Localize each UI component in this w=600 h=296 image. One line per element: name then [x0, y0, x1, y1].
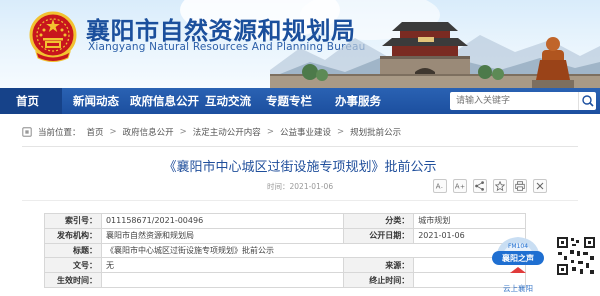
- title-divider: [22, 200, 578, 201]
- radio-slogan: 云上襄阳: [503, 283, 533, 293]
- table-row: 生效时间： 终止时间：: [44, 272, 526, 288]
- nav-home[interactable]: 首页: [0, 88, 62, 114]
- publish-date-value: 2021-01-06: [289, 182, 334, 191]
- radio-station-logo-icon: FM104 襄阳之声 云上襄阳: [492, 237, 544, 293]
- breadcrumb-link-public-welfare[interactable]: 公益事业建设: [280, 126, 331, 138]
- breadcrumb-separator: >: [179, 127, 187, 137]
- svg-text:+: +: [460, 184, 465, 191]
- main-nav: 首页 新闻动态 政府信息公开 互动交流 专题专栏 办事服务: [0, 88, 600, 114]
- publish-date: 时间：2021-01-06: [267, 181, 333, 192]
- nav-gov-info-disclosure[interactable]: 政府信息公开: [130, 88, 199, 114]
- disclosure-date-label: 公开日期：: [343, 227, 415, 244]
- share-button[interactable]: [473, 179, 487, 193]
- publisher-value: 襄阳市自然资源和规划局: [100, 227, 345, 244]
- breadcrumb-separator: >: [336, 127, 345, 137]
- source-label: 来源：: [343, 257, 415, 274]
- end-date-label: 终止时间：: [343, 272, 415, 288]
- font-size-large-button[interactable]: A +: [453, 179, 467, 193]
- search-input[interactable]: [450, 92, 578, 110]
- close-icon: [536, 182, 544, 190]
- nav-special-topics[interactable]: 专题专栏: [266, 88, 312, 114]
- effective-date-label: 生效时间：: [44, 272, 102, 288]
- favorite-button[interactable]: [493, 179, 507, 193]
- title-value: 《襄阳市中心城区过街设施专项规划》批前公示: [100, 242, 527, 259]
- table-row: 标题： 《襄阳市中心城区过街设施专项规划》批前公示: [44, 242, 527, 259]
- breadcrumb-link-gov-info[interactable]: 政府信息公开: [123, 126, 174, 138]
- publisher-label: 发布机构：: [44, 227, 102, 244]
- print-button[interactable]: [513, 179, 527, 193]
- page-title: 《襄阳市中心城区过街设施专项规划》批前公示: [163, 160, 437, 175]
- radio-brand: 襄阳之声: [501, 253, 534, 263]
- favorite-icon: [494, 180, 506, 192]
- print-icon: [515, 181, 525, 191]
- breadcrumb-link-home[interactable]: 首页: [87, 126, 104, 138]
- table-row: 索引号： 011158671/2021-00496 分类： 城市规划: [44, 213, 526, 229]
- index-number-value: 011158671/2021-00496: [100, 213, 345, 229]
- breadcrumb-prefix: 当前位置：: [38, 128, 81, 138]
- doc-number-value: 无: [100, 257, 345, 274]
- font-size-large-icon: A +: [455, 183, 465, 191]
- svg-text:A: A: [455, 183, 460, 191]
- radio-frequency: FM104: [508, 243, 528, 250]
- breadcrumb-link-statutory[interactable]: 法定主动公开内容: [193, 126, 261, 138]
- category-label: 分类：: [343, 213, 415, 229]
- nav-services[interactable]: 办事服务: [335, 88, 381, 114]
- breadcrumb-separator: >: [109, 127, 117, 137]
- font-size-small-icon: A-: [436, 183, 443, 191]
- search-button[interactable]: [578, 92, 596, 110]
- city-gate-landscape: [270, 22, 600, 88]
- breadcrumb-separator: >: [266, 127, 274, 137]
- font-size-small-button[interactable]: A-: [433, 179, 447, 193]
- publish-date-label: 时间：: [267, 182, 290, 191]
- national-emblem-icon: [29, 11, 77, 62]
- table-row: 文号： 无 来源：: [44, 257, 526, 274]
- svg-text:A: A: [436, 183, 441, 191]
- qr-code-icon[interactable]: [556, 236, 596, 276]
- location-icon: [22, 127, 32, 137]
- close-button[interactable]: [533, 179, 547, 193]
- index-number-label: 索引号：: [44, 213, 102, 229]
- radio-station-badge[interactable]: FM104 襄阳之声 云上襄阳: [488, 221, 548, 296]
- title-label: 标题：: [44, 242, 102, 259]
- nav-news[interactable]: 新闻动态: [73, 88, 119, 114]
- site-banner: 襄阳市自然资源和规划局 Xiangyang Natural Resources …: [0, 0, 600, 88]
- breadcrumb: 当前位置： 首页 > 政府信息公开 > 法定主动公开内容 > 公益事业建设 > …: [22, 124, 401, 140]
- nav-interaction[interactable]: 互动交流: [205, 88, 251, 114]
- table-row: 发布机构： 襄阳市自然资源和规划局 公开日期： 2021-01-06: [44, 227, 526, 244]
- search-icon: [582, 95, 594, 107]
- effective-date-value: [100, 272, 345, 288]
- document-info-table: 索引号： 011158671/2021-00496 分类： 城市规划 发布机构：…: [44, 213, 527, 288]
- breadcrumb-link-planning-notice[interactable]: 规划批前公示: [350, 126, 401, 138]
- svg-text:-: -: [441, 185, 443, 191]
- doc-number-label: 文号：: [44, 257, 102, 274]
- breadcrumb-divider: [22, 146, 578, 147]
- share-icon: [475, 181, 484, 191]
